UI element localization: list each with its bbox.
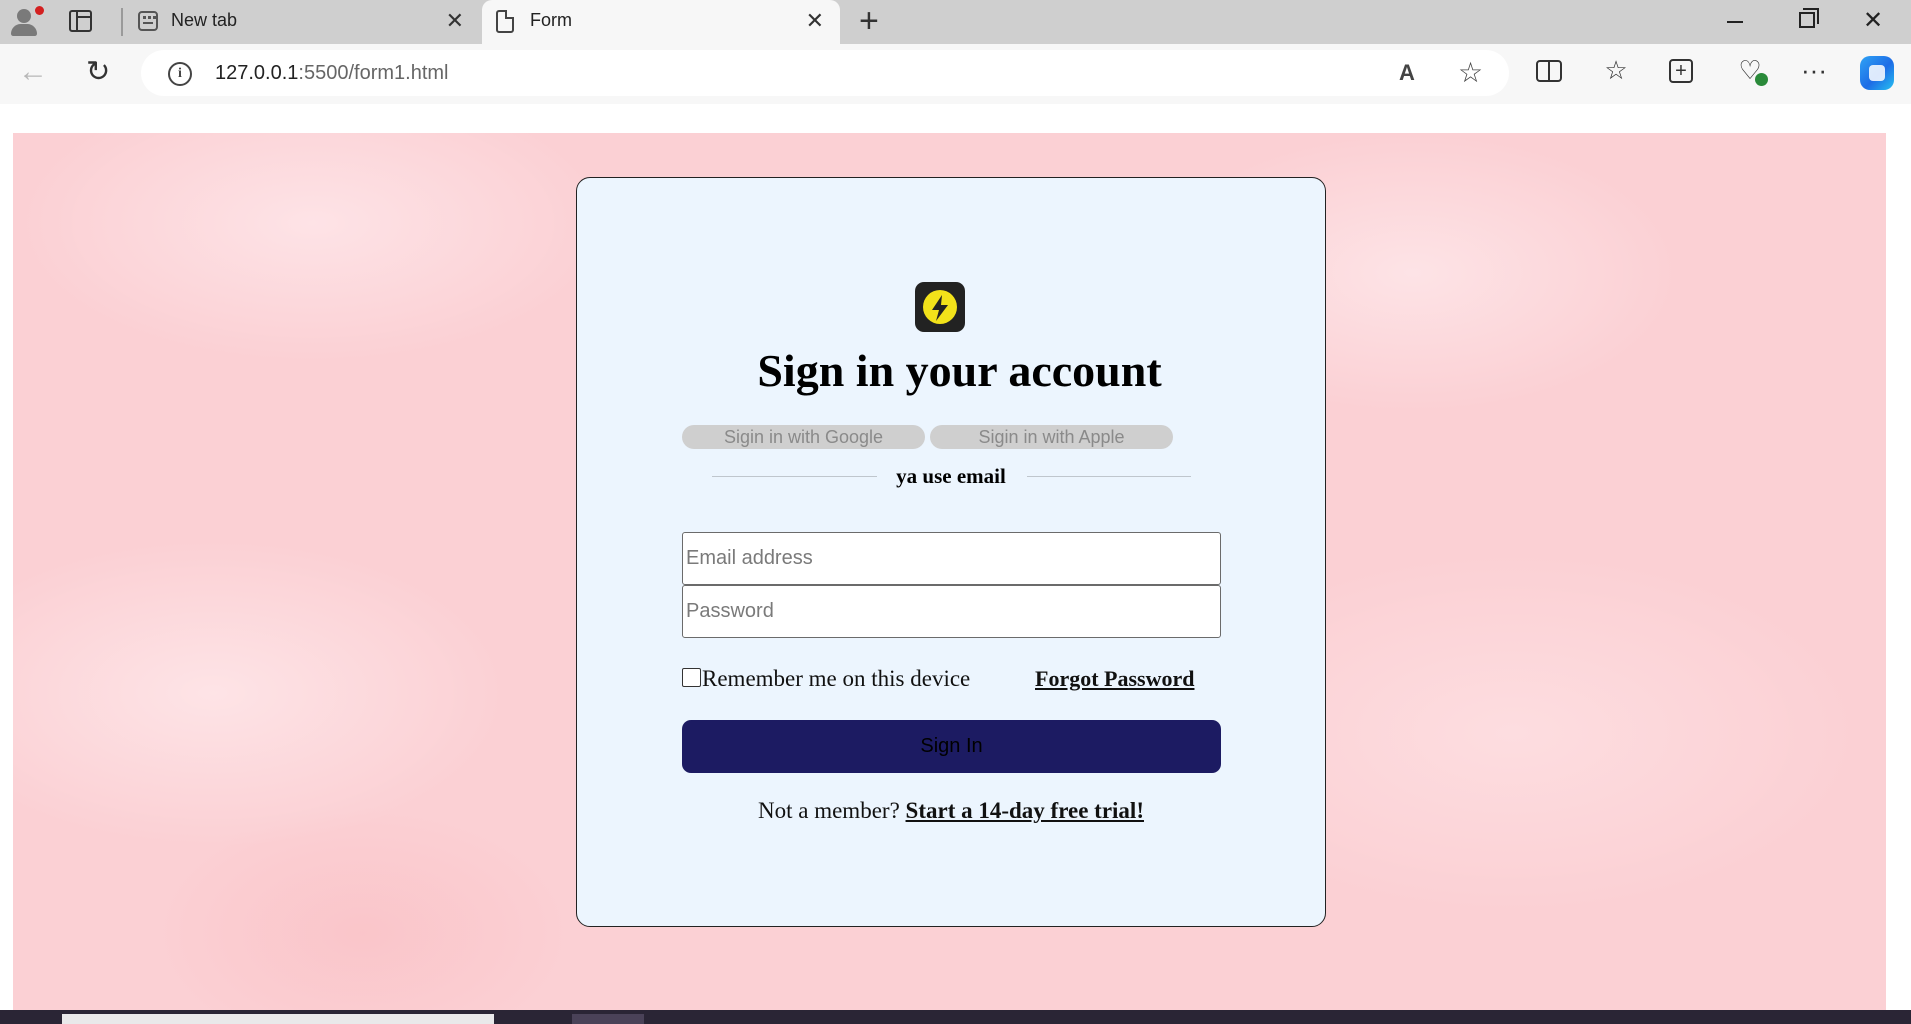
address-bar[interactable]: i 127.0.0.1:5500/form1.html A ☆ xyxy=(141,50,1509,96)
tab-close-icon[interactable]: ✕ xyxy=(446,9,464,33)
remember-me-checkbox[interactable] xyxy=(682,667,701,687)
divider-label: ya use email xyxy=(896,464,1006,488)
notification-dot xyxy=(35,6,44,15)
back-arrow-icon[interactable]: ← xyxy=(18,57,48,87)
os-taskbar xyxy=(0,1010,1911,1024)
new-tab-page-icon xyxy=(138,11,158,31)
page-title: Sign in your account xyxy=(757,345,1162,396)
status-check-icon xyxy=(1755,73,1768,86)
new-tab-button[interactable]: + xyxy=(859,4,879,38)
reload-icon[interactable]: ↻ xyxy=(86,57,110,87)
site-info-icon[interactable]: i xyxy=(168,62,192,86)
browser-tab-bar: New tab ✕ Form ✕ + ✕ xyxy=(0,0,1911,44)
signin-card: Sign in your account Sigin in with Googl… xyxy=(576,177,1326,927)
signup-prompt-text: Not a member? xyxy=(758,798,906,823)
page-scroll-edge xyxy=(1886,104,1911,1024)
lightning-logo-icon xyxy=(915,282,965,332)
more-options-icon[interactable]: ··· xyxy=(1800,56,1828,84)
taskbar-item[interactable] xyxy=(572,1014,644,1024)
tab-new-tab[interactable]: New tab ✕ xyxy=(123,0,480,44)
favorites-icon[interactable]: ☆ xyxy=(1602,56,1630,84)
split-screen-icon[interactable] xyxy=(1536,60,1562,82)
password-field[interactable] xyxy=(682,585,1221,638)
tab-close-icon[interactable]: ✕ xyxy=(806,9,824,33)
divider-line-right xyxy=(1027,476,1191,477)
browser-essentials-icon[interactable]: ♡ xyxy=(1736,56,1768,86)
remember-me-row: Remember me on this device xyxy=(682,665,970,693)
sign-in-button[interactable]: Sign In xyxy=(682,720,1221,773)
free-trial-link[interactable]: Start a 14-day free trial! xyxy=(906,798,1144,823)
add-favorite-star-icon[interactable]: ☆ xyxy=(1458,56,1483,89)
read-aloud-icon[interactable]: A xyxy=(1399,60,1415,86)
url-host: 127.0.0.1 xyxy=(215,62,299,84)
forgot-password-link[interactable]: Forgot Password xyxy=(1035,665,1194,693)
tab-title: Form xyxy=(530,10,572,30)
browser-toolbar: ← ↻ i 127.0.0.1:5500/form1.html A ☆ ☆ + … xyxy=(0,44,1911,104)
tab-form[interactable]: Form ✕ xyxy=(482,0,840,44)
taskbar-item[interactable] xyxy=(62,1014,494,1024)
document-icon xyxy=(496,10,514,33)
remember-me-label[interactable]: Remember me on this device xyxy=(702,665,970,693)
apple-signin-button[interactable]: Sigin in with Apple xyxy=(930,425,1173,449)
restore-button[interactable] xyxy=(1799,8,1819,28)
tab-title: New tab xyxy=(171,10,238,30)
signup-prompt: Not a member? Start a 14-day free trial! xyxy=(577,796,1325,826)
window-close-button[interactable]: ✕ xyxy=(1863,4,1883,38)
email-field[interactable] xyxy=(682,532,1221,585)
url-path: :5500/form1.html xyxy=(298,62,449,84)
copilot-icon[interactable] xyxy=(1860,56,1894,90)
collections-icon[interactable]: + xyxy=(1669,59,1693,83)
profile-avatar-icon[interactable] xyxy=(6,4,44,38)
google-signin-button[interactable]: Sigin in with Google xyxy=(682,425,925,449)
workspaces-icon[interactable] xyxy=(69,10,92,32)
url-text[interactable]: 127.0.0.1:5500/form1.html xyxy=(215,62,449,85)
